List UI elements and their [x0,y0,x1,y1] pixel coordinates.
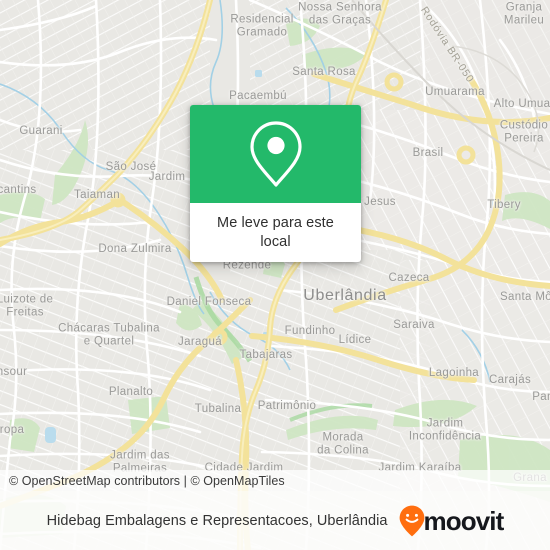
callout-message: Me leve para este local [217,214,334,250]
location-callout-card[interactable]: Me leve para este local [190,105,361,262]
footer-bar: Hidebag Embalagens e Representacoes, Ube… [0,491,550,550]
map-view[interactable]: Residencial Gramado Nossa Senhora das Gra… [0,0,550,550]
moovit-map-screenshot: Residencial Gramado Nossa Senhora das Gra… [0,0,550,550]
map-pin-icon [249,121,302,187]
moovit-wordmark: moovit [423,505,505,536]
callout-card-body: Me leve para este local [190,203,361,262]
footer-content: Hidebag Embalagens e Representacoes, Ube… [47,505,504,537]
map-attribution-bar: © OpenStreetMap contributors | © OpenMap… [0,470,550,491]
moovit-logo[interactable]: moovit [399,505,504,537]
map-tiles [0,0,550,550]
callout-card-header [190,105,361,203]
moovit-pin-smiley-icon [399,505,424,536]
attribution-text[interactable]: © OpenStreetMap contributors | © OpenMap… [0,474,285,488]
footer-place-title: Hidebag Embalagens e Representacoes, Ube… [46,512,388,529]
